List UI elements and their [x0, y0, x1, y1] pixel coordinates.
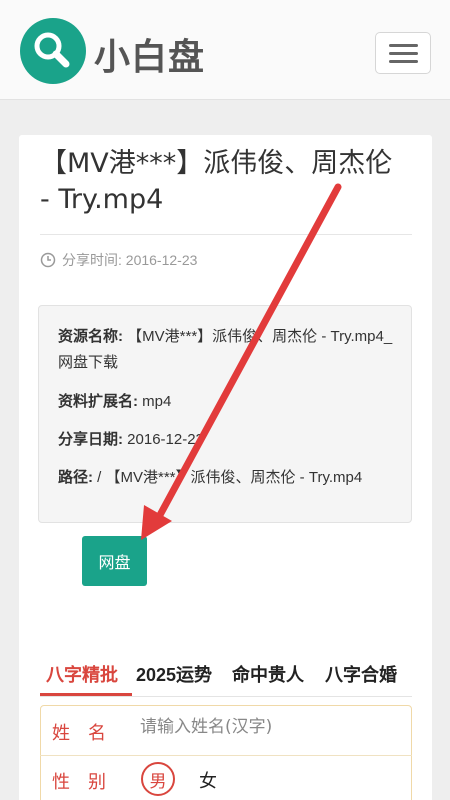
clock-icon	[40, 252, 56, 268]
hamburger-menu-icon-bar	[389, 60, 418, 63]
path-value: / 【MV港***】派伟俊、周杰伦 - Try.mp4	[93, 469, 363, 486]
name-label: 姓 名	[52, 723, 106, 743]
tab-bazi-hehun[interactable]: 八字合婚	[325, 661, 397, 687]
gender-female-radio[interactable]: 女	[199, 767, 217, 793]
active-tab-indicator	[40, 693, 132, 696]
search-icon	[34, 32, 70, 68]
tab-bazi-jingpi[interactable]: 八字精批	[46, 661, 118, 687]
path-row: 路径: / 【MV港***】派伟俊、周杰伦 - Try.mp4	[58, 465, 398, 491]
extension-value: mp4	[138, 393, 172, 410]
form-row-divider	[40, 755, 412, 756]
gender-male-radio[interactable]: 男	[141, 762, 175, 796]
gender-label: 性 别	[52, 772, 106, 792]
share-time: 分享时间: 2016-12-23	[40, 250, 197, 270]
title-divider	[40, 234, 412, 235]
fortune-tabs: 八字精批 2025运势 命中贵人 八字合婚	[40, 655, 412, 697]
share-date-value: 2016-12-23	[123, 431, 204, 448]
hamburger-menu-icon	[389, 44, 418, 47]
name-input[interactable]	[140, 717, 400, 737]
netdisk-download-button[interactable]: 网盘	[82, 536, 147, 586]
tab-2025-yunshi[interactable]: 2025运势	[136, 661, 212, 687]
share-date-label: 分享日期:	[58, 431, 123, 448]
path-label: 路径:	[58, 469, 93, 486]
navbar: 小白盘	[0, 0, 450, 100]
resource-name-label: 资源名称:	[58, 328, 123, 345]
site-logo[interactable]	[20, 18, 86, 84]
hamburger-menu-icon-bar	[389, 52, 418, 55]
share-time-text: 分享时间: 2016-12-23	[62, 252, 198, 268]
extension-label: 资料扩展名:	[58, 393, 138, 410]
tab-mingzhong-guiren[interactable]: 命中贵人	[232, 661, 304, 687]
site-name[interactable]: 小白盘	[94, 28, 205, 80]
resource-name-row: 资源名称: 【MV港***】派伟俊、周杰伦 - Try.mp4_网盘下载	[58, 324, 398, 376]
extension-row: 资料扩展名: mp4	[58, 389, 398, 415]
page-title: 【MV港***】派伟俊、周杰伦 - Try.mp4	[40, 148, 393, 215]
share-date-row: 分享日期: 2016-12-23	[58, 427, 398, 453]
menu-toggle-button[interactable]	[375, 32, 431, 74]
